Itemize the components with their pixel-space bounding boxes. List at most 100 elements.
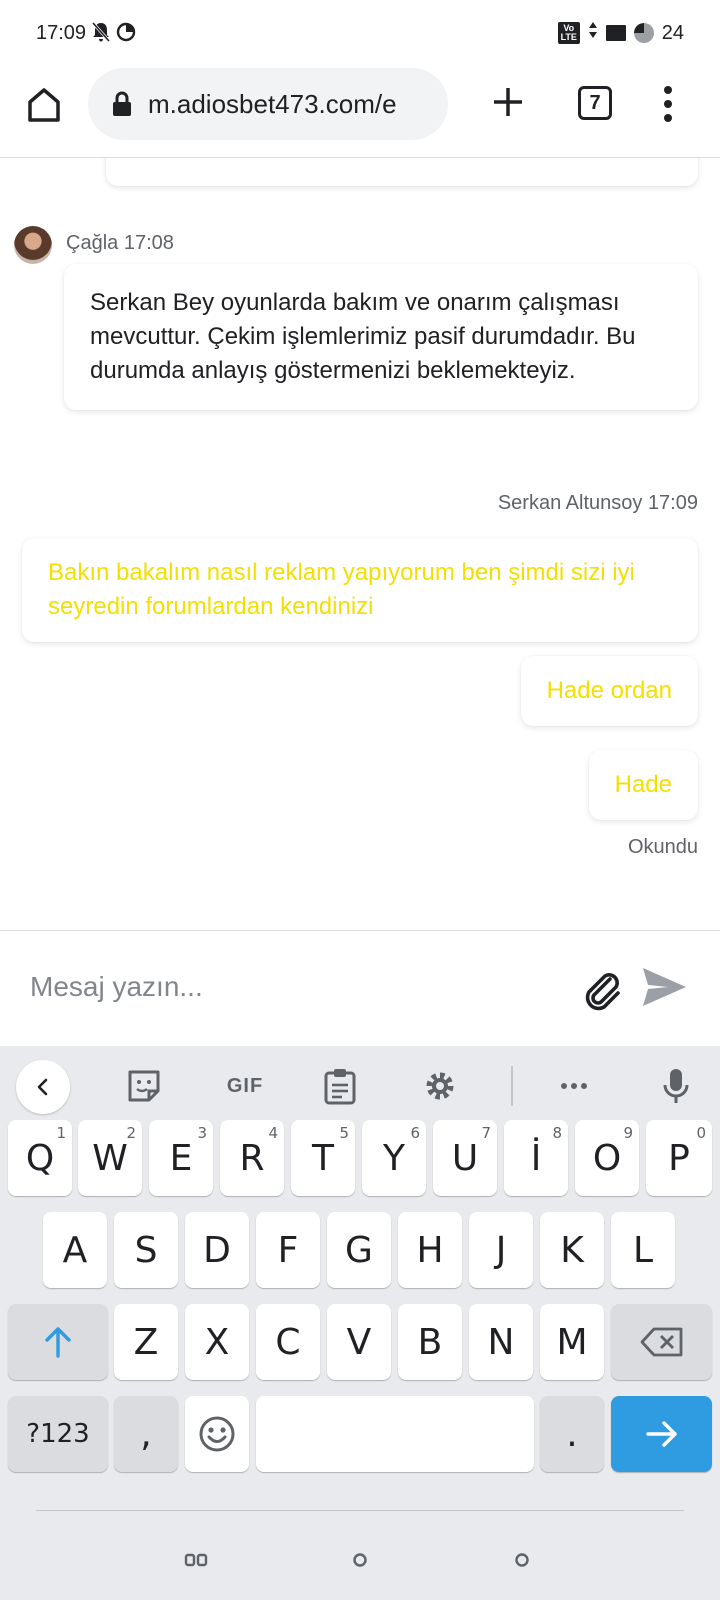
agent-avatar [14, 226, 52, 264]
volte-badge: Vo LTE [557, 22, 580, 44]
symbols-key[interactable]: ?123 [8, 1396, 108, 1472]
sticker-button[interactable] [124, 1066, 164, 1106]
nav-divider [36, 1510, 684, 1511]
key-g[interactable]: G [327, 1212, 391, 1288]
enter-key[interactable] [611, 1396, 712, 1472]
key-r[interactable]: R4 [220, 1120, 284, 1196]
key-x[interactable]: X [185, 1304, 249, 1380]
key-hint: 7 [481, 1124, 491, 1142]
muted-bell-icon [91, 21, 111, 45]
gif-label: GIF [226, 1074, 264, 1097]
key-hint: 4 [268, 1124, 278, 1142]
sticker-icon [128, 1070, 160, 1102]
gear-icon [426, 1072, 454, 1100]
shift-arrow-icon [45, 1327, 71, 1358]
key-hint: 0 [696, 1124, 706, 1142]
key-m[interactable]: M [540, 1304, 604, 1380]
agent-time: 17:08 [123, 232, 174, 254]
address-bar[interactable]: m.adiosbet473.com/e [88, 68, 448, 140]
space-key[interactable] [256, 1396, 534, 1472]
menu-dot [664, 114, 672, 122]
data-arrows-icon [588, 21, 598, 45]
new-tab-button[interactable] [488, 82, 528, 122]
key-s[interactable]: S [114, 1212, 178, 1288]
user-message-text: Bakın bakalım nasıl reklam yapıyorum ben… [48, 559, 635, 620]
comma-key[interactable]: , [114, 1396, 178, 1472]
recents-icon [184, 1553, 208, 1567]
more-options-button[interactable] [554, 1066, 594, 1106]
key-p[interactable]: P0 [646, 1120, 712, 1196]
agent-message-text: Serkan Bey oyunlarda bakım ve onarım çal… [90, 289, 636, 384]
shift-key[interactable] [8, 1304, 108, 1380]
status-time: 17:09 [36, 21, 87, 44]
key-hint: 6 [410, 1124, 420, 1142]
key-n[interactable]: N [469, 1304, 533, 1380]
key-t[interactable]: T5 [291, 1120, 355, 1196]
key-e[interactable]: E3 [149, 1120, 213, 1196]
key-v[interactable]: V [327, 1304, 391, 1380]
key-l[interactable]: L [611, 1212, 675, 1288]
key-z[interactable]: Z [114, 1304, 178, 1380]
key-label: W [92, 1137, 128, 1179]
key-c[interactable]: C [256, 1304, 320, 1380]
focus-mode-icon [116, 22, 136, 45]
emoji-key[interactable] [185, 1396, 249, 1472]
emoji-icon [199, 1416, 235, 1452]
menu-dot [664, 86, 672, 94]
key-label: U [451, 1137, 479, 1179]
settings-button[interactable] [420, 1066, 460, 1106]
voice-input-button[interactable] [656, 1066, 696, 1106]
chat-thread[interactable]: Çağla 17:08 Serkan Bey oyunlarda bakım v… [0, 158, 720, 930]
user-message-bubble: Bakın bakalım nasıl reklam yapıyorum ben… [22, 538, 698, 642]
message-composer [0, 930, 720, 1046]
key-hint: 8 [552, 1124, 562, 1142]
key-d[interactable]: D [185, 1212, 249, 1288]
home-icon [28, 88, 60, 122]
recents-button[interactable] [176, 1540, 216, 1580]
message-input[interactable] [30, 961, 550, 1013]
url-text: m.adiosbet473.com/e [148, 88, 397, 119]
key-i-dotted[interactable]: İ8 [504, 1120, 568, 1196]
key-y[interactable]: Y6 [362, 1120, 426, 1196]
read-receipt: Okundu [627, 836, 698, 858]
key-b[interactable]: B [398, 1304, 462, 1380]
agent-message-meta: Çağla 17:08 [66, 232, 174, 255]
key-label: Y [383, 1137, 405, 1179]
user-message-meta: Serkan Altunsoy 17:09 [498, 492, 698, 515]
back-circle-icon [515, 1553, 529, 1567]
microphone-icon [663, 1069, 689, 1103]
key-hint: 2 [126, 1124, 136, 1142]
home-button[interactable] [24, 84, 64, 124]
clipboard-button[interactable] [320, 1066, 360, 1106]
key-k[interactable]: K [540, 1212, 604, 1288]
attach-button[interactable] [580, 967, 624, 1011]
period-key[interactable]: . [540, 1396, 604, 1472]
status-right: Vo LTE 24 [557, 21, 684, 45]
gif-button[interactable]: GIF [220, 1066, 270, 1106]
menu-dot [664, 100, 672, 108]
key-f[interactable]: F [256, 1212, 320, 1288]
user-message-bubble: Hade ordan [520, 656, 698, 726]
key-j[interactable]: J [469, 1212, 533, 1288]
browser-toolbar: m.adiosbet473.com/e 7 [0, 66, 720, 158]
key-a[interactable]: A [43, 1212, 107, 1288]
back-nav-button[interactable] [502, 1540, 542, 1580]
tab-switcher-button[interactable]: 7 [578, 86, 612, 120]
key-o[interactable]: O9 [575, 1120, 639, 1196]
status-left: 17:09 [36, 22, 136, 45]
overflow-menu-button[interactable] [656, 82, 680, 126]
previous-message-bubble [106, 158, 698, 186]
backspace-key[interactable] [611, 1304, 712, 1380]
paperclip-icon [585, 973, 620, 1011]
home-nav-button[interactable] [340, 1540, 380, 1580]
key-label: P [668, 1137, 690, 1179]
key-h[interactable]: H [398, 1212, 462, 1288]
key-w[interactable]: W2 [78, 1120, 142, 1196]
key-hint: 9 [623, 1124, 633, 1142]
home-circle-icon [353, 1553, 367, 1567]
send-button[interactable] [640, 965, 688, 1009]
keyboard-back-button[interactable] [16, 1060, 70, 1114]
arrow-right-icon [645, 1421, 677, 1447]
key-u[interactable]: U7 [433, 1120, 497, 1196]
key-q[interactable]: Q1 [8, 1120, 72, 1196]
